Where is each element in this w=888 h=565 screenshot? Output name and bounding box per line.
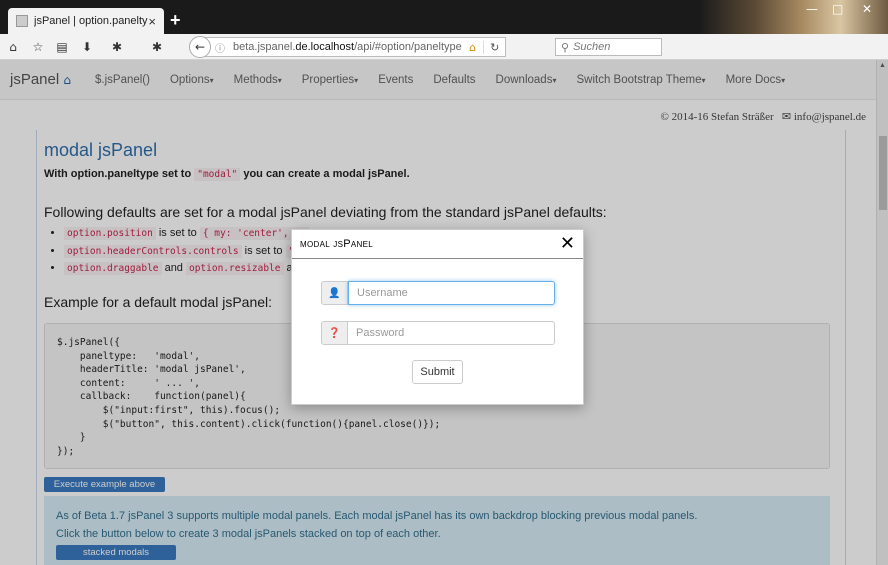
search-placeholder: Suchen [573, 41, 611, 53]
home-icon[interactable]: ⌂ [4, 38, 22, 56]
browser-titlebar: jsPanel | option.paneltype × + — □ ✕ [0, 0, 888, 34]
downloads-icon[interactable]: ⬇ [78, 38, 96, 56]
search-input[interactable]: ⚲ Suchen [555, 38, 662, 56]
password-input[interactable] [348, 321, 555, 345]
new-tab-button[interactable]: + [170, 11, 181, 29]
password-row: ❓ [321, 321, 555, 345]
modal-header[interactable]: modal jsPanel ✕ [292, 230, 583, 259]
search-icon: ⚲ [561, 40, 570, 54]
maximize-button[interactable]: □ [832, 2, 843, 16]
question-icon: ❓ [321, 321, 348, 345]
modal-title: modal jsPanel [300, 238, 373, 250]
username-input[interactable] [348, 281, 555, 305]
tab-title: jsPanel | option.paneltype [34, 15, 149, 27]
reading-list-icon[interactable]: ▤ [53, 38, 71, 56]
url-text[interactable]: beta.jspanel.de.localhost/api/#option/pa… [233, 41, 462, 53]
url-bar[interactable]: ⓘ beta.jspanel.de.localhost/api/#option/… [200, 37, 506, 57]
site-info-icon[interactable]: ⓘ [215, 40, 225, 55]
browser-toolbar: ⌂ ☆ ▤ ⬇ ✱ ✱ ⓘ beta.jspanel.de.localhost/… [0, 34, 888, 60]
set-homepage-icon[interactable]: ⌂ [462, 41, 484, 54]
addon-icon[interactable]: ✱ [108, 38, 126, 56]
tab-favicon-icon [16, 15, 28, 27]
back-button[interactable]: ← [189, 36, 211, 58]
bookmark-star-icon[interactable]: ☆ [29, 38, 47, 56]
minimize-button[interactable]: — [806, 2, 818, 16]
browser-tab[interactable]: jsPanel | option.paneltype × [8, 8, 164, 34]
titlebar-theme-image [698, 0, 888, 34]
close-window-button[interactable]: ✕ [862, 2, 872, 16]
tab-close-icon[interactable]: × [148, 14, 156, 29]
settings-icon[interactable]: ✱ [148, 38, 166, 56]
reload-icon[interactable]: ↻ [483, 40, 505, 54]
modal-panel: modal jsPanel ✕ 👤 ❓ Submit [291, 229, 584, 405]
user-icon: 👤 [321, 281, 348, 305]
submit-button[interactable]: Submit [412, 360, 463, 384]
username-row: 👤 [321, 281, 555, 305]
close-icon[interactable]: ✕ [560, 233, 575, 254]
